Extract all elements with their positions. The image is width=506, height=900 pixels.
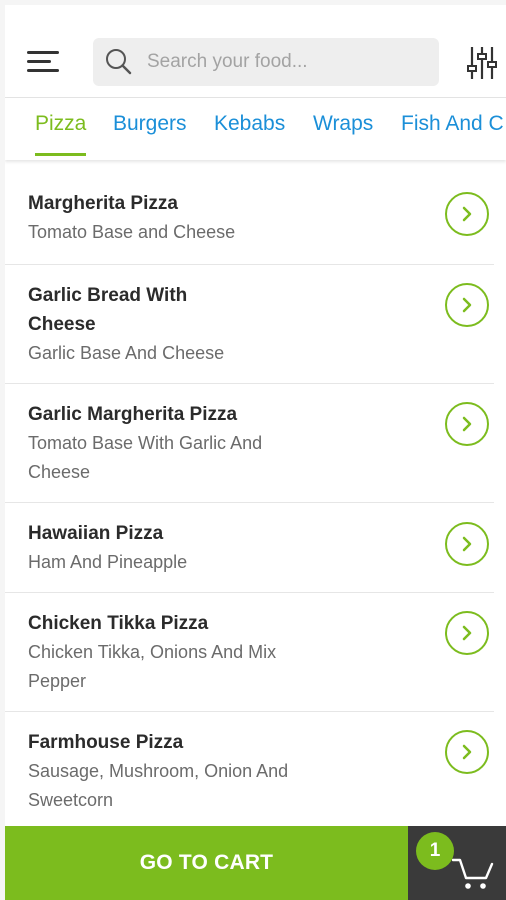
chevron-right-icon xyxy=(462,206,472,222)
item-description: Chicken Tikka, Onions And Mix Pepper xyxy=(28,642,277,691)
item-description: Tomato Base With Garlic And Cheese xyxy=(28,433,263,482)
item-details-button[interactable] xyxy=(445,402,489,446)
chevron-right-icon xyxy=(462,536,472,552)
item-details-button[interactable] xyxy=(445,283,489,327)
list-item[interactable]: Chicken Tikka Pizza Chicken Tikka, Onion… xyxy=(5,593,494,712)
list-item[interactable]: Hawaiian Pizza Ham And Pineapple xyxy=(5,503,494,593)
tab-pizza[interactable]: Pizza xyxy=(35,112,87,156)
item-description: Sausage, Mushroom, Onion And Sweetcorn xyxy=(28,761,289,810)
item-name: Farmhouse Pizza xyxy=(28,732,184,753)
search-icon xyxy=(103,46,135,78)
item-name: Margherita Pizza xyxy=(28,193,178,214)
filter-button[interactable] xyxy=(467,45,497,81)
item-description: Tomato Base and Cheese xyxy=(28,222,236,242)
shopping-cart-icon xyxy=(452,858,494,889)
list-item[interactable]: Garlic Margherita Pizza Tomato Base With… xyxy=(5,384,494,503)
top-bar xyxy=(5,5,506,98)
item-description: Ham And Pineapple xyxy=(28,552,188,572)
search-bar[interactable] xyxy=(93,38,439,86)
cart-count-badge: 1 xyxy=(416,832,454,870)
tab-burgers[interactable]: Burgers xyxy=(113,112,187,153)
menu-icon-line-2 xyxy=(27,60,51,63)
item-details-button[interactable] xyxy=(445,611,489,655)
item-name: Garlic Bread With Cheese xyxy=(28,285,188,335)
menu-item-list: Margherita Pizza Tomato Base and Cheese … xyxy=(5,165,506,830)
chevron-right-icon xyxy=(462,625,472,641)
sliders-icon xyxy=(467,47,497,79)
item-name: Garlic Margherita Pizza xyxy=(28,404,238,425)
item-description: Garlic Base And Cheese xyxy=(28,343,225,363)
item-details-button[interactable] xyxy=(445,192,489,236)
chevron-right-icon xyxy=(462,416,472,432)
item-details-button[interactable] xyxy=(445,522,489,566)
tab-fish-and-chips[interactable]: Fish And C xyxy=(401,112,504,153)
search-input[interactable] xyxy=(145,50,429,74)
category-tabs: Pizza Burgers Kebabs Wraps Fish And C xyxy=(5,98,506,160)
menu-icon-line-3 xyxy=(27,69,59,72)
item-name: Chicken Tikka Pizza xyxy=(28,613,209,634)
list-item[interactable]: Garlic Bread With Cheese Garlic Base And… xyxy=(5,265,494,384)
chevron-right-icon xyxy=(462,744,472,760)
list-item[interactable]: Margherita Pizza Tomato Base and Cheese xyxy=(5,165,494,265)
cart-bar: GO TO CART 1 xyxy=(5,826,506,900)
menu-button[interactable] xyxy=(27,49,59,77)
chevron-right-icon xyxy=(462,297,472,313)
menu-icon-line-1 xyxy=(27,51,59,54)
tab-wraps[interactable]: Wraps xyxy=(313,112,373,153)
list-item[interactable]: Farmhouse Pizza Sausage, Mushroom, Onion… xyxy=(5,712,494,830)
go-to-cart-button[interactable]: GO TO CART xyxy=(5,826,408,900)
cart-button[interactable]: 1 xyxy=(408,826,506,900)
app-screen: Pizza Burgers Kebabs Wraps Fish And C Ma… xyxy=(5,5,506,900)
tab-kebabs[interactable]: Kebabs xyxy=(214,112,285,153)
item-name: Hawaiian Pizza xyxy=(28,523,164,544)
item-details-button[interactable] xyxy=(445,730,489,774)
